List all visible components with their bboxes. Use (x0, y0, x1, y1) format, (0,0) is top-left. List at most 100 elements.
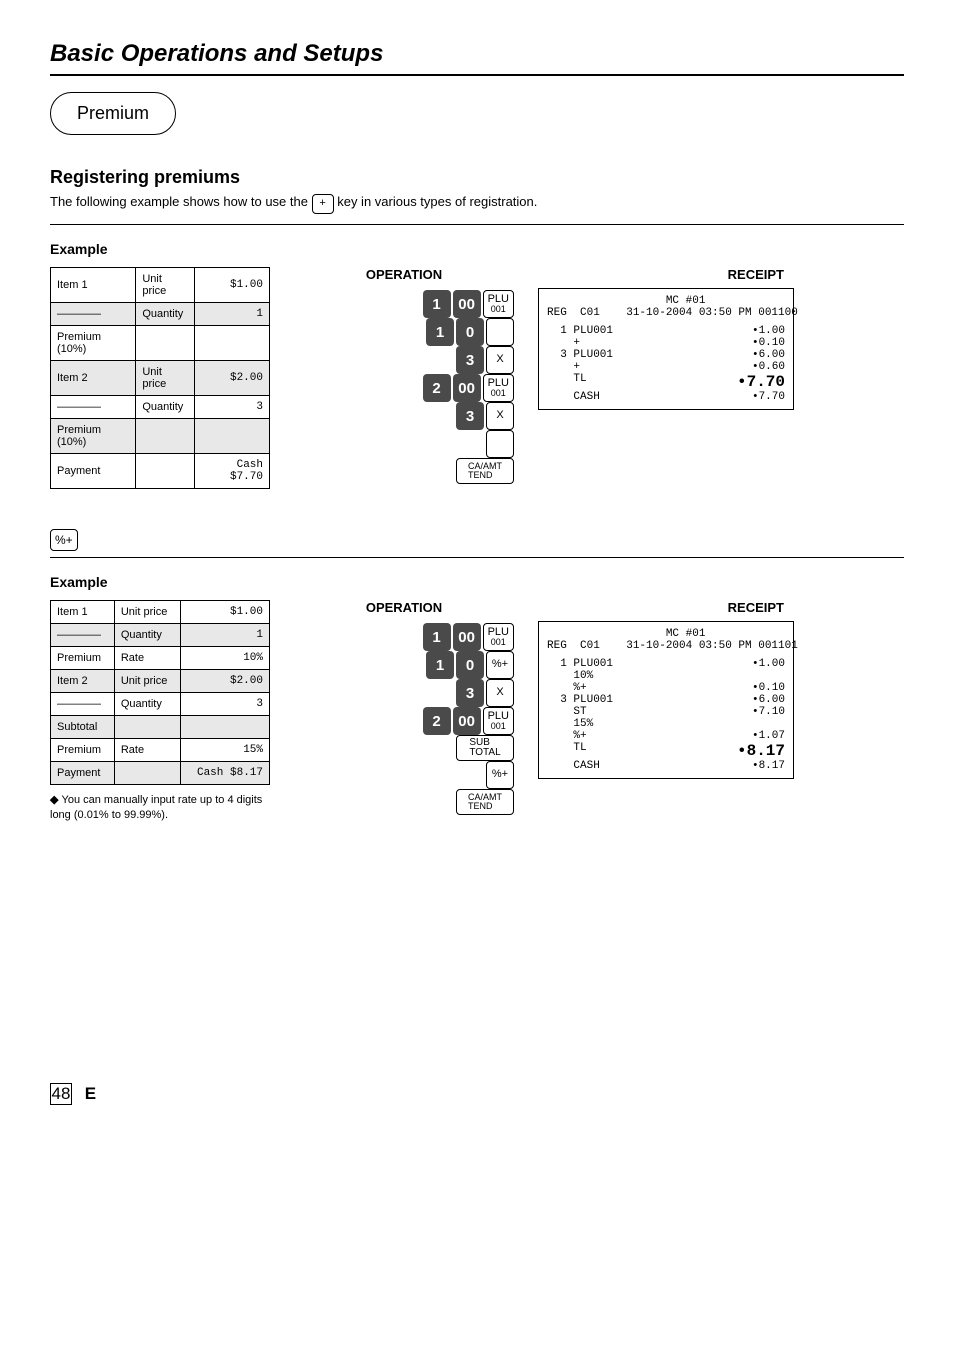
topbar: Basic Operations and Setups (50, 40, 904, 76)
topbar-title: Basic Operations and Setups (50, 40, 904, 68)
operation-heading-1: OPERATION (294, 267, 514, 282)
key-row: 3X (423, 679, 514, 707)
receipt-line: 3 PLU001•6.00 (547, 694, 785, 706)
receipt-heading-2: RECEIPT (538, 600, 904, 615)
page-number-box: 48 (50, 1083, 72, 1105)
digit-key: 3 (456, 346, 484, 374)
table-row: ————Quantity1 (51, 624, 270, 647)
digit-key: 00 (453, 623, 481, 651)
table-row: Premium (10%) (51, 419, 270, 454)
receipt-line: %+•0.10 (547, 682, 785, 694)
key-row: 200PLU001 (423, 707, 514, 735)
multiply-key: X (486, 346, 514, 374)
table-row: PaymentCash $7.70 (51, 454, 270, 489)
percent-plus-key: %+ (486, 651, 514, 679)
subtotal-key: SUBTOTAL (456, 735, 514, 761)
example-label-1: Example (50, 241, 904, 257)
ca-amt-tend-key: CA/AMTTEND (456, 458, 514, 484)
key-row: 3X (423, 402, 514, 430)
digit-key: 1 (423, 623, 451, 651)
table-row: PremiumRate15% (51, 739, 270, 762)
receipt-line: 1 PLU001•1.00 (547, 658, 785, 670)
table-row: Item 1Unit price$1.00 (51, 601, 270, 624)
plu-key: PLU001 (483, 290, 514, 318)
receipt-line: TL•8.17 (547, 742, 785, 760)
digit-key: 00 (453, 707, 481, 735)
key-row: CA/AMTTEND (423, 458, 514, 484)
receipt-line: ST•7.10 (547, 706, 785, 718)
plus-key-inline: + (312, 194, 334, 214)
receipt-line: 3 PLU001•6.00 (547, 349, 785, 361)
digit-key: 2 (423, 707, 451, 735)
key-row (423, 430, 514, 458)
receipt-mcline: MC #01 (547, 295, 785, 307)
subhead-pre: The following example shows how to use t… (50, 194, 312, 209)
subhead-post: key in various types of registration. (337, 194, 537, 209)
receipt-line: 1 PLU001•1.00 (547, 325, 785, 337)
digit-key: 00 (453, 374, 481, 402)
table-row: ————Quantity3 (51, 693, 270, 716)
operation-heading-2: OPERATION (294, 600, 514, 615)
blank-key (486, 318, 514, 346)
key-row: 3X (423, 346, 514, 374)
table-row: Subtotal (51, 716, 270, 739)
blank-key (486, 430, 514, 458)
percent-plus-heading: %+ (50, 529, 904, 551)
table-row: Item 2Unit price$2.00 (51, 670, 270, 693)
receipt-header: REG C01 31-10-2004 03:50 PM 001100 (547, 307, 785, 319)
table-row: Premium (10%) (51, 326, 270, 361)
plu-key: PLU001 (483, 707, 514, 735)
digit-key: 2 (423, 374, 451, 402)
table-row: PaymentCash $8.17 (51, 762, 270, 785)
key-row: 100PLU001 (423, 290, 514, 318)
receipt-1: MC #01 REG C01 31-10-2004 03:50 PM 00110… (538, 288, 794, 410)
key-row: 100PLU001 (423, 623, 514, 651)
digit-key: 1 (426, 318, 454, 346)
digit-key: 1 (426, 651, 454, 679)
receipt-line: %+•1.07 (547, 730, 785, 742)
operation-column-2: OPERATION 100PLU00110%+3X200PLU001SUBTOT… (294, 600, 514, 815)
example1-table: Item 1Unit price$1.00————Quantity1Premiu… (50, 267, 270, 489)
key-row: 10%+ (423, 651, 514, 679)
key-row: %+ (423, 761, 514, 789)
note-rate: ◆ You can manually input rate up to 4 di… (50, 793, 270, 823)
footer: 48 E (50, 1083, 904, 1105)
receipt-line: +•0.10 (547, 337, 785, 349)
section-title: Registering premiums (50, 167, 904, 188)
example2-table: Item 1Unit price$1.00————Quantity1 Premiu… (50, 600, 270, 785)
multiply-key: X (486, 402, 514, 430)
key-row: SUBTOTAL (423, 735, 514, 761)
receipt-line: +•0.60 (547, 361, 785, 373)
operation-column-1: OPERATION 100PLU00110 3X200PLU0013X CA/A… (294, 267, 514, 484)
digit-key: 3 (456, 402, 484, 430)
table-row: ————Quantity1 (51, 303, 270, 326)
percent-plus-key-inline: %+ (50, 529, 78, 551)
subhead-sentence: The following example shows how to use t… (50, 194, 904, 214)
triangle-icon: ◆ (50, 794, 62, 806)
example-1-row: Item 1Unit price$1.00————Quantity1Premiu… (50, 267, 904, 489)
receipt-line: CASH•8.17 (547, 760, 785, 772)
digit-key: 3 (456, 679, 484, 707)
digit-key: 00 (453, 290, 481, 318)
table-row: Item 2Unit price$2.00 (51, 361, 270, 396)
receipt-heading-1: RECEIPT (538, 267, 904, 282)
example-2-row: Item 1Unit price$1.00————Quantity1 Premiu… (50, 600, 904, 823)
ca-amt-tend-key: CA/AMTTEND (456, 789, 514, 815)
receipt-line: CASH•7.70 (547, 391, 785, 403)
multiply-key: X (486, 679, 514, 707)
page-label: E (85, 1084, 96, 1103)
table-row: ————Quantity3 (51, 396, 270, 419)
percent-plus-key: %+ (486, 761, 514, 789)
receipt-2: MC #01 REG C01 31-10-2004 03:50 PM 00110… (538, 621, 794, 779)
key-row: CA/AMTTEND (423, 789, 514, 815)
digit-key: 0 (456, 318, 484, 346)
digit-key: 0 (456, 651, 484, 679)
digit-key: 1 (423, 290, 451, 318)
receipt-line: 15% (547, 718, 785, 730)
plu-key: PLU001 (483, 623, 514, 651)
receipt-line: TL•7.70 (547, 373, 785, 391)
key-row: 10 (423, 318, 514, 346)
premium-pill: Premium (50, 92, 176, 135)
receipt-line: 10% (547, 670, 785, 682)
example-label-2: Example (50, 574, 904, 590)
